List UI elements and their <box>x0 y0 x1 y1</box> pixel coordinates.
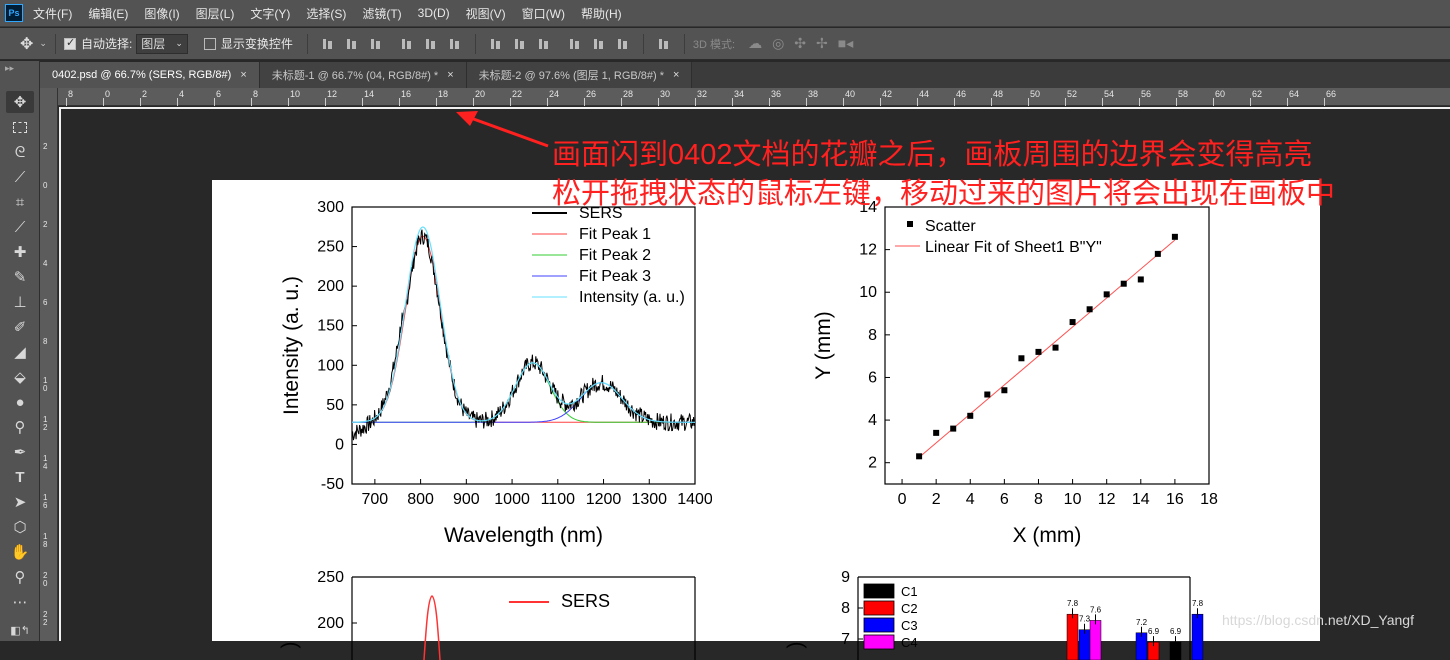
annotation-line-1: 画面闪到0402文档的花瓣之后，画板周围的边界会变得高亮 <box>552 139 1313 171</box>
annotation-line-2: 松开拖拽状态的鼠标左键，移动过来的图片将会出现在画板中 <box>552 178 1336 210</box>
y-axis-label-fragment: ) <box>278 642 301 649</box>
annotation-arrow <box>456 111 549 148</box>
watermark: https://blog.csdn.net/XD_Yangf <box>1222 612 1414 628</box>
y-axis-label-fragment: ) <box>784 642 807 649</box>
arrow-shaft <box>467 115 549 148</box>
